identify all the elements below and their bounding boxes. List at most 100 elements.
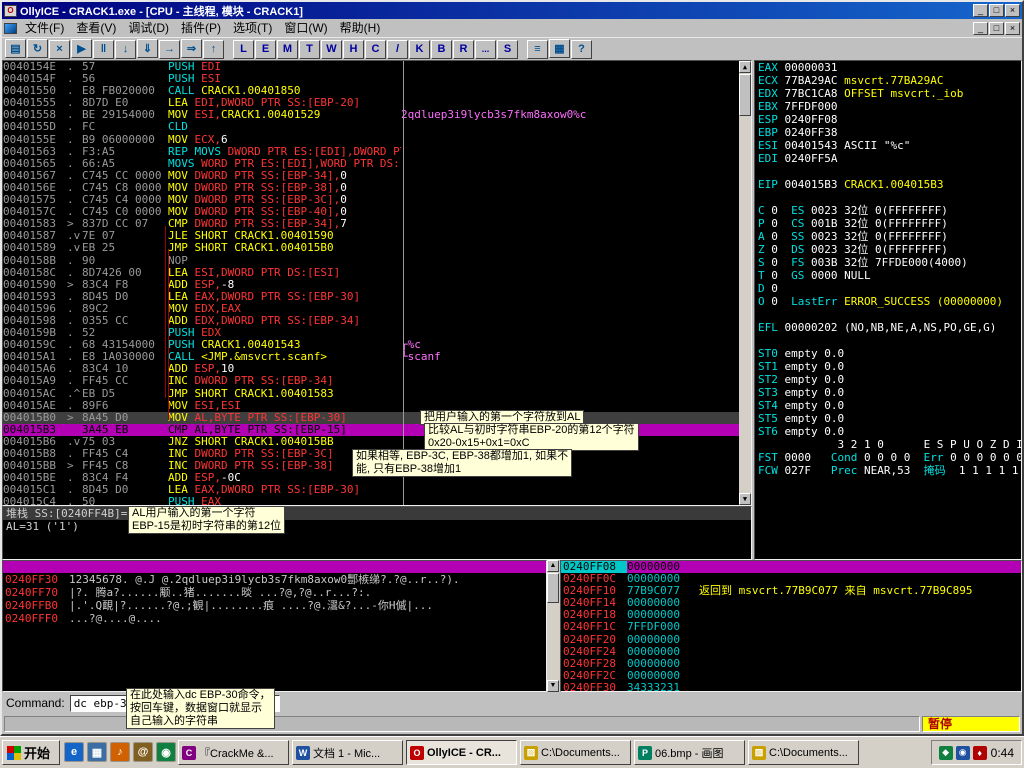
register-line[interactable]: EIP 004015B3 CRACK1.004015B3 [755, 178, 1021, 191]
register-line[interactable] [755, 308, 1021, 321]
register-line[interactable]: D 0 [755, 282, 1021, 295]
menu-file[interactable]: 文件(F) [19, 20, 70, 36]
disasm-row[interactable]: 0040156E. C745 C8 0000 MOV DWORD PTR SS:[E… [3, 182, 739, 194]
toolbar-restart-button[interactable]: ↻ [27, 39, 48, 59]
task-button-ollyice[interactable]: O OllyICE - CR... [406, 740, 517, 765]
disasm-row[interactable]: 004015C4. 50 PUSH EAX [3, 496, 739, 505]
stack-row[interactable]: 0240FF14 00000000 [561, 597, 1021, 609]
volume-icon[interactable]: ♦ [972, 745, 987, 760]
close-button[interactable]: × [1005, 4, 1020, 17]
toolbar-breakpoints-button[interactable]: B [431, 39, 452, 59]
toolbar-step-into-button[interactable]: ↓ [115, 39, 136, 59]
comment-column-divider[interactable] [403, 61, 404, 505]
toolbar-windows-button[interactable]: W [321, 39, 342, 59]
disasm-row[interactable]: 00401550. E8 FB020000 CALL CRACK1.00401850 [3, 85, 739, 97]
mdi-child-icon[interactable] [4, 22, 17, 34]
disasm-row[interactable]: 00401593. 8D45 D0 LEA EAX,DWORD PTR SS:[EB… [3, 291, 739, 303]
toolbar-open-button[interactable]: ▤ [5, 39, 26, 59]
dump-scrollbar[interactable]: ▲ ▼ [547, 560, 560, 692]
register-line[interactable]: ST4 empty 0.0 [755, 399, 1021, 412]
register-line[interactable]: FCW 027F Prec NEAR,53 掩码 1 1 1 1 1 1 [755, 464, 1021, 477]
register-line[interactable] [755, 334, 1021, 347]
disasm-row[interactable]: 00401575. C745 C4 0000 MOV DWORD PTR SS:[E… [3, 194, 739, 206]
mail-icon[interactable]: @ [133, 742, 153, 762]
toolbar-run-button[interactable]: ▶ [71, 39, 92, 59]
messenger-icon[interactable]: ◉ [156, 742, 176, 762]
disasm-row[interactable]: 0040155D. FC CLD [3, 121, 739, 133]
disasm-row[interactable]: 0040158B. 90 NOP [3, 255, 739, 267]
dump-row[interactable]: 0240FFF0 ...?@....@.... [3, 612, 546, 625]
toolbar-trace-over-button[interactable]: ⇒ [181, 39, 202, 59]
stack-row[interactable]: 0240FF10 77B9C077 返回到 msvcrt.77B9C077 来自 m… [561, 585, 1021, 597]
minimize-button[interactable]: _ [973, 4, 988, 17]
toolbar-patches-button[interactable]: / [387, 39, 408, 59]
menu-help[interactable]: 帮助(H) [334, 20, 387, 36]
toolbar-executables-button[interactable]: E [255, 39, 276, 59]
menu-plugins[interactable]: 插件(P) [175, 20, 227, 36]
toolbar-log-button[interactable]: L [233, 39, 254, 59]
info-pane[interactable]: 堆栈 SS:[0240FF4B]=79 ('y') AL=31 ('1') [2, 506, 752, 560]
register-line[interactable]: ST3 empty 0.0 [755, 386, 1021, 399]
register-line[interactable]: ST0 empty 0.0 [755, 347, 1021, 360]
disasm-row[interactable]: 00401555. 8D7D E0 LEA EDI,DWORD PTR SS:[EB… [3, 97, 739, 109]
disasm-row[interactable]: 00401590 >83C4 F8 ADD ESP,-8 [3, 279, 739, 291]
disasm-row[interactable]: 0040159C. 68 43154000 PUSH CRACK1.00401543… [3, 339, 739, 351]
dump-row[interactable]: 0240FF70 |?. 腾a?......颙..猪.......晱 ...?@,… [3, 586, 546, 599]
stack-row[interactable]: 0240FF30 34333231 [561, 682, 1021, 691]
register-line[interactable]: Z 0 DS 0023 32位 0(FFFFFFFF) [755, 243, 1021, 256]
toolbar-windows-list-button[interactable]: ▦ [549, 39, 570, 59]
scroll-thumb[interactable] [739, 74, 751, 116]
toolbar-threads-button[interactable]: T [299, 39, 320, 59]
dump-row[interactable]: 0240FFB0 |.'.Q靦|?......?@.;観|........痕 ..… [3, 599, 546, 612]
register-line[interactable]: ESP 0240FF08 [755, 113, 1021, 126]
start-button[interactable]: 开始 [2, 740, 60, 765]
menu-debug[interactable]: 调试(D) [122, 20, 175, 36]
register-line[interactable]: C 0 ES 0023 32位 0(FFFFFFFF) [755, 204, 1021, 217]
disasm-row[interactable]: 00401567. C745 CC 0000 MOV DWORD PTR SS:[E… [3, 170, 739, 182]
register-line[interactable]: T 0 GS 0000 NULL [755, 269, 1021, 282]
toolbar-source-button[interactable]: S [497, 39, 518, 59]
toolbar-handles-button[interactable]: H [343, 39, 364, 59]
toolbar-memory-button[interactable]: M [277, 39, 298, 59]
register-line[interactable]: ST1 empty 0.0 [755, 360, 1021, 373]
register-line[interactable]: EDX 77BC1CA8 OFFSET msvcrt._iob [755, 87, 1021, 100]
stack-row[interactable]: 0240FF1C 7FFDF000 [561, 621, 1021, 633]
menu-window[interactable]: 窗口(W) [278, 20, 333, 36]
task-button-explorer-folder-2[interactable]: ▨ C:\Documents... [748, 740, 859, 765]
scroll-up-icon[interactable]: ▲ [739, 61, 751, 73]
task-button-explorer-folder[interactable]: ▨ C:\Documents... [520, 740, 631, 765]
stack-row[interactable]: 0240FF2C 00000000 [561, 670, 1021, 682]
disasm-row[interactable]: 00401598. 0355 CC ADD EDX,DWORD PTR SS:[EB… [3, 315, 739, 327]
disasm-row[interactable]: 0040157C. C745 C0 0000 MOV DWORD PTR SS:[E… [3, 206, 739, 218]
toolbar-appearance-button[interactable]: ≡ [527, 39, 548, 59]
stack-pane[interactable]: 0240FF08 00000000 0240FF0C 00000000 0240FF10… [560, 560, 1022, 692]
disasm-row[interactable]: 004015C1. 8D45 D0 LEA EAX,DWORD PTR SS:[EB… [3, 484, 739, 496]
disasm-row[interactable]: 004015AE. 89F6 MOV ESI,ESI [3, 400, 739, 412]
disasm-row[interactable]: 0040154E. 57 PUSH EDI [3, 61, 739, 73]
toolbar-close-button[interactable]: × [49, 39, 70, 59]
register-line[interactable]: ST6 empty 0.0 [755, 425, 1021, 438]
stack-row[interactable]: 0240FF28 00000000 [561, 658, 1021, 670]
maximize-button[interactable]: □ [989, 4, 1004, 17]
toolbar-pause-button[interactable]: ‖ [93, 39, 114, 59]
register-line[interactable]: EBX 7FFDF000 [755, 100, 1021, 113]
disasm-row[interactable]: 00401565. 66:A5 MOVS WORD PTR ES:[EDI],WOR… [3, 158, 739, 170]
register-line[interactable]: EFL 00000202 (NO,NB,NE,A,NS,PO,GE,G) [755, 321, 1021, 334]
disasm-row[interactable]: 004015B0 >8A45 D0 MOV AL,BYTE PTR SS:[EBP-… [3, 411, 739, 424]
dump-row[interactable]: 0240FF30 12345678. @.J @.2qdluep3i9lycb3s… [3, 573, 546, 586]
disasm-row[interactable]: 004015AC .^ EB D5 JMP SHORT CRACK1.00401583 [3, 388, 739, 400]
register-line[interactable]: 3 2 1 0 E S P U O Z D I [755, 438, 1021, 451]
toolbar-trace-into-button[interactable]: → [159, 39, 180, 59]
disassembly-pane[interactable]: 0040154E. 57 PUSH EDI 0040154F. 56 PUSH ESI 00… [2, 60, 752, 506]
register-line[interactable]: EAX 00000031 [755, 61, 1021, 74]
stack-row[interactable]: 0240FF24 00000000 [561, 646, 1021, 658]
stack-row[interactable]: 0240FF0C 00000000 [561, 573, 1021, 585]
disasm-row[interactable]: 00401583 >837D CC 07 CMP DWORD PTR SS:[EBP… [3, 218, 739, 230]
register-line[interactable]: ST2 empty 0.0 [755, 373, 1021, 386]
register-line[interactable]: ECX 77BA29AC msvcrt.77BA29AC [755, 74, 1021, 87]
stack-row[interactable]: 0240FF08 00000000 [561, 561, 1021, 574]
register-line[interactable]: A 0 SS 0023 32位 0(FFFFFFFF) [755, 230, 1021, 243]
registers-pane[interactable]: EAX 00000031 ECX 77BA29AC msvcrt.77BA29AC… [754, 60, 1022, 560]
network-icon[interactable]: ◉ [955, 745, 970, 760]
disasm-row[interactable]: 00401596. 89C2 MOV EDX,EAX [3, 303, 739, 315]
